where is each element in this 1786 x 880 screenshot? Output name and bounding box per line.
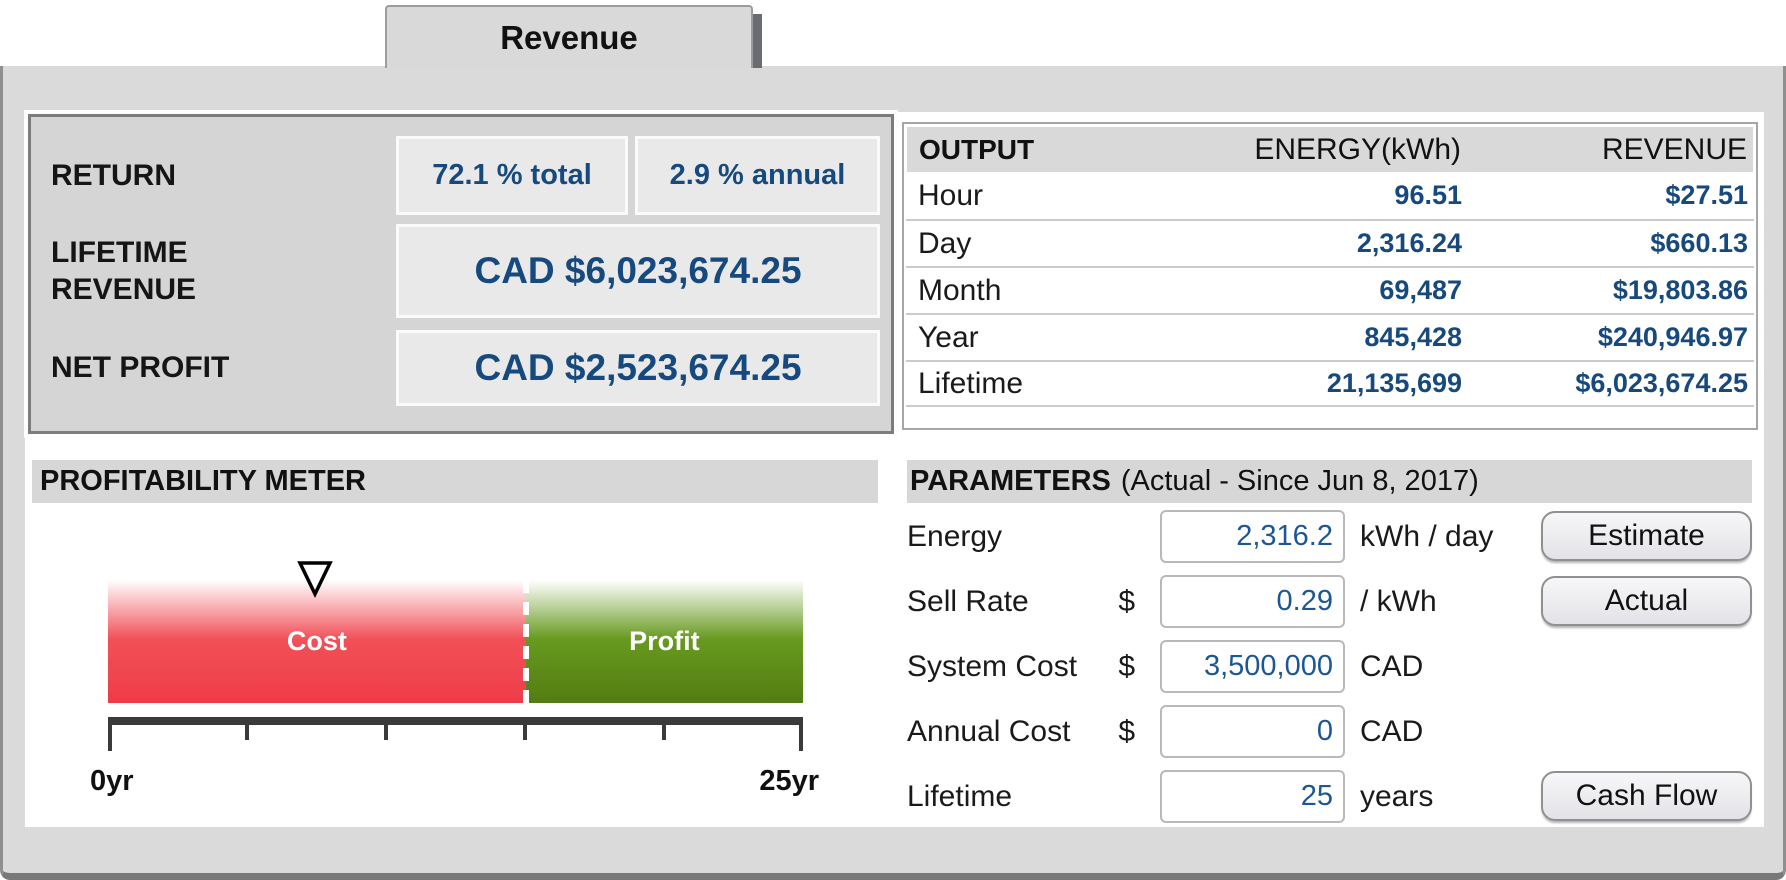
param-row-sell-rate: Sell Rate $ / kWh Actual — [907, 575, 1752, 628]
header-output: OUTPUT — [907, 134, 1131, 166]
tab-revenue-label: Revenue — [500, 19, 638, 57]
row-label: Lifetime — [906, 367, 1132, 401]
row-revenue-value: $240,946.97 — [1462, 322, 1754, 353]
profitability-meter: Cost Profit — [108, 560, 803, 706]
param-unit: CAD — [1360, 650, 1423, 684]
param-row-lifetime: Lifetime years Cash Flow — [907, 770, 1752, 823]
system-cost-input[interactable] — [1160, 640, 1345, 693]
profitability-meter-title: PROFITABILITY METER — [32, 460, 878, 503]
meter-segment-cost: Cost — [108, 580, 526, 703]
lifetime-revenue-label: LIFETIME REVENUE — [51, 224, 301, 318]
output-table-header-row: OUTPUT ENERGY(kWh) REVENUE — [907, 127, 1753, 172]
row-revenue-value: $27.51 — [1462, 180, 1754, 211]
axis-label-start: 0yr — [90, 765, 134, 798]
meter-segment-profit: Profit — [526, 580, 803, 703]
param-label: System Cost — [907, 650, 1107, 684]
row-energy-value: 96.51 — [1132, 180, 1462, 211]
row-label: Hour — [906, 179, 1132, 213]
row-energy-value: 21,135,699 — [1132, 368, 1462, 399]
parameters-title-subtitle: (Actual - Since Jun 8, 2017) — [1121, 465, 1479, 498]
param-prefix: $ — [1107, 585, 1143, 619]
row-revenue-value: $6,023,674.25 — [1462, 368, 1754, 399]
row-label: Year — [906, 321, 1132, 355]
param-unit: years — [1360, 780, 1433, 814]
param-row-system-cost: System Cost $ CAD — [907, 640, 1752, 693]
return-summary-panel: RETURN 72.1 % total 2.9 % annual LIFETIM… — [28, 114, 894, 434]
meter-bar: Cost Profit — [108, 580, 803, 703]
meter-axis-tick — [384, 725, 388, 740]
lifetime-input[interactable] — [1160, 770, 1345, 823]
param-prefix: $ — [1107, 650, 1143, 684]
output-table: OUTPUT ENERGY(kWh) REVENUE Hour 96.51 $2… — [902, 122, 1758, 430]
row-label: Month — [906, 274, 1132, 308]
cash-flow-button[interactable]: Cash Flow — [1541, 771, 1752, 821]
param-unit: kWh / day — [1360, 520, 1493, 554]
param-row-annual-cost: Annual Cost $ CAD — [907, 705, 1752, 758]
tab-revenue[interactable]: Revenue — [385, 5, 753, 68]
table-row: Lifetime 21,135,699 $6,023,674.25 — [906, 360, 1754, 407]
param-label: Annual Cost — [907, 715, 1107, 749]
meter-axis — [108, 717, 803, 759]
table-row: Hour 96.51 $27.51 — [906, 172, 1754, 219]
row-energy-value: 845,428 — [1132, 322, 1462, 353]
meter-axis-tick — [108, 725, 112, 751]
row-energy-value: 2,316.24 — [1132, 228, 1462, 259]
meter-axis-line — [108, 717, 803, 725]
row-revenue-value: $660.13 — [1462, 228, 1754, 259]
meter-marker-icon — [297, 560, 333, 598]
param-label: Sell Rate — [907, 585, 1107, 619]
energy-input[interactable] — [1160, 510, 1345, 563]
param-unit: CAD — [1360, 715, 1423, 749]
meter-breakeven-divider — [523, 580, 529, 703]
table-row: Day 2,316.24 $660.13 — [906, 219, 1754, 266]
estimate-button[interactable]: Estimate — [1541, 511, 1752, 561]
parameters-title-main: PARAMETERS — [910, 465, 1111, 498]
param-row-energy: Energy kWh / day Estimate — [907, 510, 1752, 563]
param-label: Lifetime — [907, 780, 1107, 814]
header-energy: ENERGY(kWh) — [1131, 133, 1461, 167]
return-total-value: 72.1 % total — [396, 136, 628, 215]
net-profit-value: CAD $2,523,674.25 — [396, 330, 880, 406]
lifetime-revenue-value: CAD $6,023,674.25 — [396, 224, 880, 318]
meter-axis-tick — [245, 725, 249, 740]
return-label: RETURN — [51, 136, 381, 215]
param-unit: / kWh — [1360, 585, 1437, 619]
param-prefix: $ — [1107, 715, 1143, 749]
return-annual-value: 2.9 % annual — [635, 136, 880, 215]
param-label: Energy — [907, 520, 1107, 554]
table-row: Year 845,428 $240,946.97 — [906, 313, 1754, 360]
parameters-title: PARAMETERS (Actual - Since Jun 8, 2017) — [907, 460, 1752, 503]
row-label: Day — [906, 227, 1132, 261]
sell-rate-input[interactable] — [1160, 575, 1345, 628]
annual-cost-input[interactable] — [1160, 705, 1345, 758]
row-energy-value: 69,487 — [1132, 275, 1462, 306]
axis-label-end: 25yr — [733, 765, 819, 798]
meter-axis-tick — [662, 725, 666, 740]
header-revenue: REVENUE — [1461, 133, 1753, 167]
meter-axis-tick — [799, 725, 803, 751]
table-row: Month 69,487 $19,803.86 — [906, 266, 1754, 313]
net-profit-label: NET PROFIT — [51, 330, 381, 406]
actual-button[interactable]: Actual — [1541, 576, 1752, 626]
meter-axis-tick — [523, 725, 527, 740]
row-revenue-value: $19,803.86 — [1462, 275, 1754, 306]
